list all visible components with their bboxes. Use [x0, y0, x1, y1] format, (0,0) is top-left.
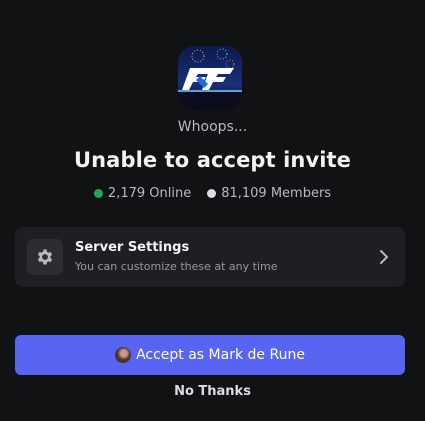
server-settings-subtitle: You can customize these at any time: [75, 260, 278, 273]
accept-button-label: Accept as Mark de Rune: [136, 347, 305, 363]
online-stat: 2,179 Online: [93, 186, 192, 201]
members-stat: 81,109 Members: [207, 186, 331, 201]
server-stats: 2,179 Online 81,109 Members: [0, 186, 425, 201]
server-icon: [178, 46, 242, 110]
accept-invite-button[interactable]: Accept as Mark de Rune: [15, 335, 405, 375]
avatar: [115, 347, 132, 363]
members-count: 81,109 Members: [221, 186, 332, 201]
members-dot-icon: [207, 189, 217, 198]
server-logo-image: [178, 46, 242, 110]
online-count: 2,179 Online: [107, 186, 192, 201]
server-settings-card[interactable]: Server Settings You can customize these …: [15, 227, 405, 287]
invite-eyebrow: Whoops...: [177, 119, 248, 135]
online-dot-icon: [93, 189, 103, 198]
no-thanks-button[interactable]: No Thanks: [0, 384, 425, 399]
server-settings-title: Server Settings: [75, 240, 190, 255]
invite-title: Unable to accept invite: [73, 148, 352, 172]
chevron-right-icon: [380, 250, 388, 264]
gear-icon: [27, 239, 63, 275]
